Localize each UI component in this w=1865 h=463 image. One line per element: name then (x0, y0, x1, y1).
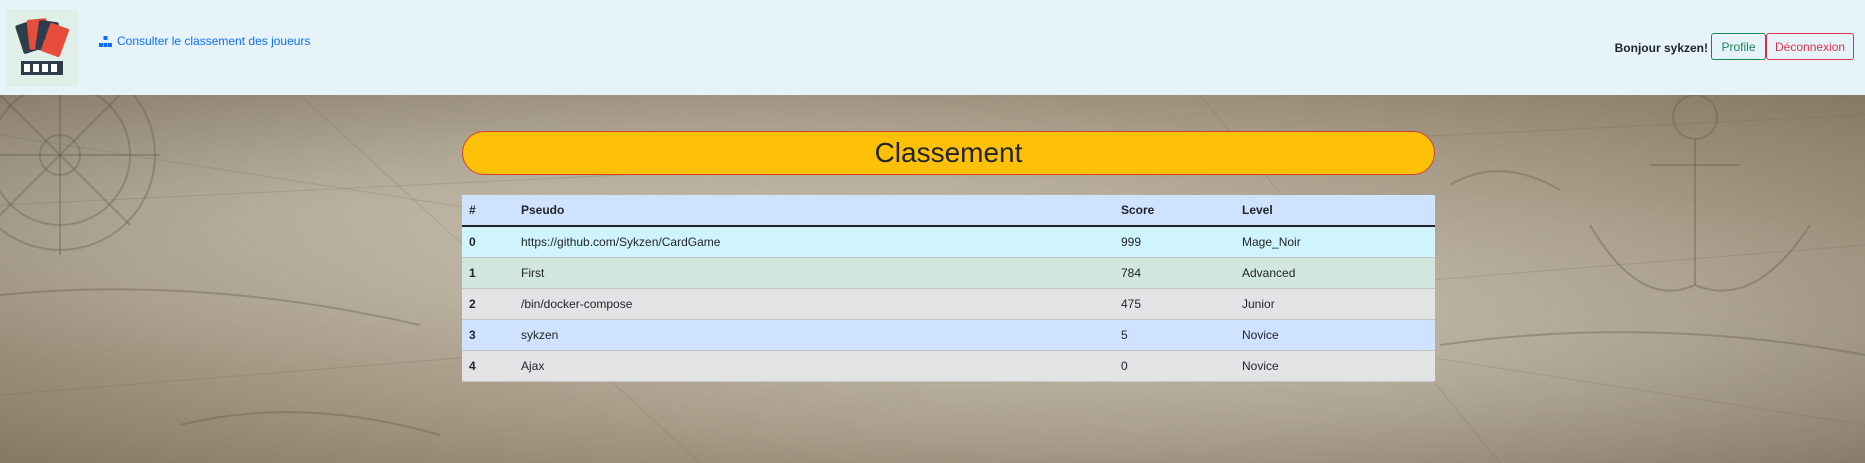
row-index: 2 (462, 288, 514, 320)
row-pseudo: First (514, 257, 1114, 289)
navbar: Consulter le classement des joueurs Bonj… (0, 0, 1865, 95)
table-row: 0 https://github.com/Sykzen/CardGame 999… (462, 226, 1435, 258)
page-title: Classement (462, 131, 1435, 175)
ranking-link-label: Consulter le classement des joueurs (117, 34, 311, 48)
ranking-table: # Pseudo Score Level 0 https://github.co… (462, 195, 1435, 382)
row-level: Junior (1235, 288, 1435, 320)
row-score: 999 (1114, 226, 1235, 258)
playing-cards-logo[interactable] (6, 9, 78, 87)
row-index: 3 (462, 319, 514, 351)
row-score: 5 (1114, 319, 1235, 351)
main-content: Classement # Pseudo Score Level 0 https:… (0, 95, 1865, 463)
table-row: 1 First 784 Advanced (462, 257, 1435, 289)
column-header-level: Level (1235, 195, 1435, 227)
greeting-text: Bonjour sykzen! (1614, 41, 1708, 55)
row-score: 784 (1114, 257, 1235, 289)
row-level: Mage_Noir (1235, 226, 1435, 258)
column-header-score: Score (1114, 195, 1235, 227)
row-index: 4 (462, 350, 514, 382)
row-pseudo: Ajax (514, 350, 1114, 382)
row-index: 0 (462, 226, 514, 258)
row-pseudo: sykzen (514, 319, 1114, 351)
row-pseudo: https://github.com/Sykzen/CardGame (514, 226, 1114, 258)
row-index: 1 (462, 257, 514, 289)
row-score: 475 (1114, 288, 1235, 320)
column-header-index: # (462, 195, 514, 227)
column-header-pseudo: Pseudo (514, 195, 1114, 227)
logout-button[interactable]: Déconnexion (1766, 33, 1854, 60)
ranking-link[interactable]: Consulter le classement des joueurs (99, 34, 310, 48)
row-level: Advanced (1235, 257, 1435, 289)
row-score: 0 (1114, 350, 1235, 382)
row-pseudo: /bin/docker-compose (514, 288, 1114, 320)
profile-button[interactable]: Profile (1711, 33, 1766, 60)
row-level: Novice (1235, 350, 1435, 382)
table-row: 3 sykzen 5 Novice (462, 319, 1435, 351)
table-header-row: # Pseudo Score Level (462, 195, 1435, 227)
table-row: 2 /bin/docker-compose 475 Junior (462, 288, 1435, 320)
row-level: Novice (1235, 319, 1435, 351)
playing-cards-icon (15, 18, 69, 75)
hierarchy-icon (99, 35, 112, 47)
table-row: 4 Ajax 0 Novice (462, 350, 1435, 382)
